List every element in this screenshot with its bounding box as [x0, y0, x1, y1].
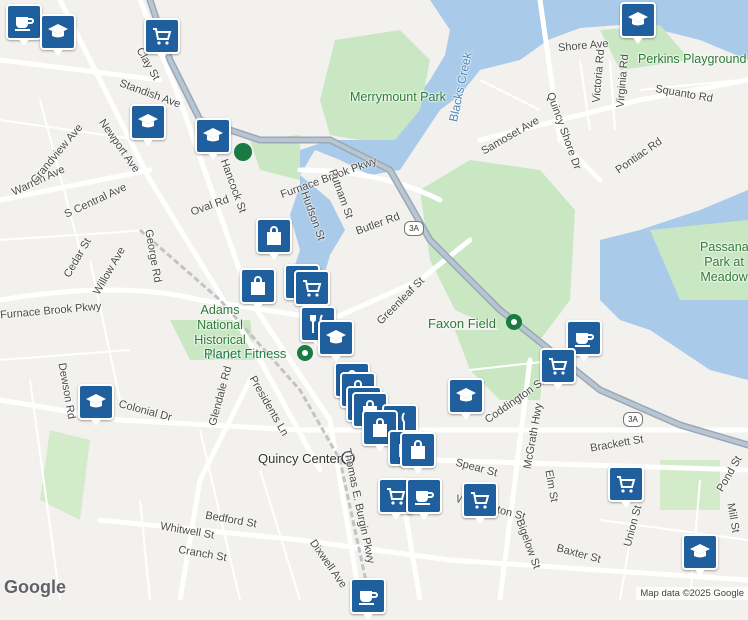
map-pin-grocery[interactable]	[144, 18, 180, 60]
shopping-bag-icon	[406, 438, 430, 462]
coffee-cup-icon	[572, 326, 596, 350]
google-logo: Google	[4, 577, 66, 597]
grocery-cart-icon	[150, 24, 174, 48]
park-label-perkins: Perkins Playground	[638, 52, 747, 66]
map-attribution[interactable]: Map data ©2025 Google	[636, 587, 748, 600]
map-pin-school[interactable]	[448, 378, 484, 420]
school-icon	[688, 540, 712, 564]
grocery-cart-icon	[546, 354, 570, 378]
shopping-bag-icon	[262, 224, 286, 248]
grocery-cart-icon	[468, 488, 492, 512]
school-icon	[324, 326, 348, 350]
map-pin-school[interactable]	[682, 534, 718, 576]
map-pin-cafe[interactable]	[6, 4, 42, 46]
school-icon	[454, 384, 478, 408]
school-icon	[84, 390, 108, 414]
route-shield-3a: 3A	[623, 412, 643, 427]
map-pin-school[interactable]	[195, 118, 231, 160]
hospital-marker	[234, 143, 252, 161]
coffee-cup-icon	[12, 10, 36, 34]
park-label-passanault: Passanault Park at Meadow	[700, 240, 748, 284]
shopping-bag-icon	[246, 274, 270, 298]
map-pin-grocery[interactable]	[540, 348, 576, 390]
school-icon	[626, 8, 650, 32]
place-label-quincy-center: Quincy Center	[258, 451, 342, 466]
school-icon	[201, 124, 225, 148]
park-label-merrymount: Merrymount Park	[350, 90, 446, 104]
map-pin-school[interactable]	[130, 104, 166, 146]
grocery-cart-icon	[384, 484, 408, 508]
map-pin-shopping[interactable]	[240, 268, 276, 310]
map-pin-shopping[interactable]	[400, 432, 436, 474]
coffee-cup-icon	[412, 484, 436, 508]
map-pin-school[interactable]	[78, 384, 114, 426]
route-shield-3a: 3A	[404, 221, 424, 236]
grocery-cart-icon	[614, 472, 638, 496]
place-label-planet-fitness: Planet Fitness	[204, 346, 287, 361]
map-pin-shopping[interactable]	[256, 218, 292, 260]
map-pin-school[interactable]	[620, 2, 656, 44]
map-pin-cafe[interactable]	[350, 578, 386, 620]
school-icon	[136, 110, 160, 134]
park-label-faxon: Faxon Field	[428, 316, 496, 331]
map-pin-grocery[interactable]	[608, 466, 644, 508]
map-pin-grocery[interactable]	[462, 482, 498, 524]
school-icon	[46, 20, 70, 44]
coffee-cup-icon	[356, 584, 380, 608]
map-pin-grocery[interactable]	[294, 270, 330, 312]
grocery-cart-icon	[300, 276, 324, 300]
map-pin-school[interactable]	[318, 320, 354, 362]
map-pin-cafe[interactable]	[406, 478, 442, 520]
map-pin-school[interactable]	[40, 14, 76, 56]
